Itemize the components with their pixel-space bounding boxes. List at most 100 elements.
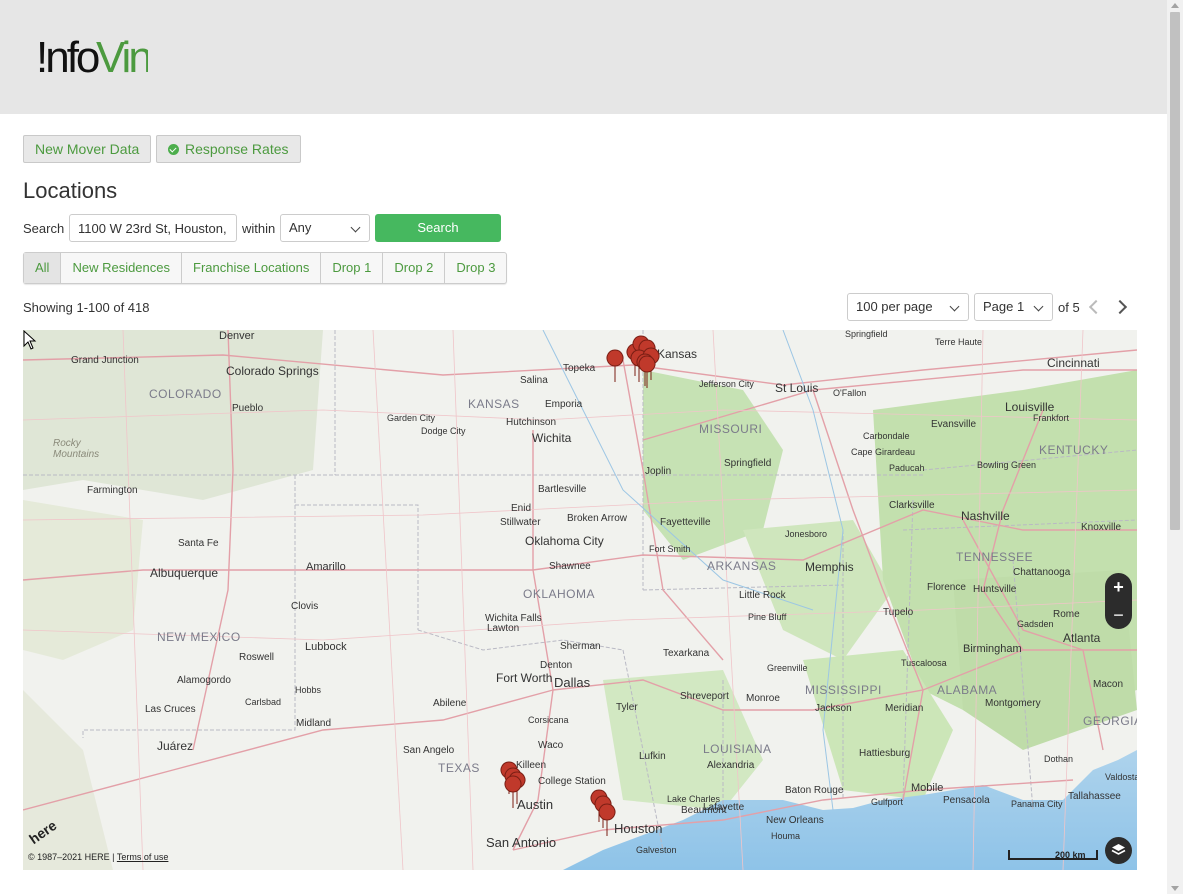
map-label-houston: Houston bbox=[614, 821, 663, 836]
map-label-pueblo: Pueblo bbox=[232, 403, 264, 414]
check-circle-icon bbox=[168, 144, 179, 155]
map-label-nashville: Nashville bbox=[961, 509, 1010, 523]
results-count: Showing 1-100 of 418 bbox=[23, 300, 150, 315]
zoom-out-button[interactable]: − bbox=[1105, 601, 1132, 629]
map-label-ofallon: O'Fallon bbox=[833, 388, 867, 398]
header-bar: !nfo Vine bbox=[0, 0, 1167, 114]
response-rates-label: Response Rates bbox=[185, 141, 289, 157]
map-scale-label: 200 km bbox=[1055, 850, 1086, 860]
map-label-greenville: Greenville bbox=[767, 663, 808, 673]
tab-new-residences[interactable]: New Residences bbox=[61, 253, 182, 283]
map-label-springfield-il: Springfield bbox=[845, 330, 888, 339]
map-label-hobbs: Hobbs bbox=[295, 685, 322, 695]
map-label-albuquerque: Albuquerque bbox=[150, 566, 219, 580]
location-map[interactable]: Denver Grand Junction Colorado Springs COLO… bbox=[23, 330, 1137, 870]
tab-franchise-locations[interactable]: Franchise Locations bbox=[182, 253, 322, 283]
tab-all[interactable]: All bbox=[24, 253, 62, 283]
map-label-san-angelo: San Angelo bbox=[403, 745, 455, 756]
svg-text:Vine: Vine bbox=[96, 33, 148, 80]
zoom-in-button[interactable]: + bbox=[1105, 573, 1132, 601]
map-label-lake-charles: Lake Charles bbox=[667, 794, 721, 804]
map-label-sherman: Sherman bbox=[560, 641, 601, 652]
map-label-texas: TEXAS bbox=[438, 761, 480, 775]
map-label-kansas-city: Kansas bbox=[657, 347, 698, 361]
map-label-paducah: Paducah bbox=[889, 463, 925, 473]
map-label-baton-rouge: Baton Rouge bbox=[785, 785, 844, 796]
map-label-cape-girardeau: Cape Girardeau bbox=[851, 447, 916, 457]
map-label-alabama: ALABAMA bbox=[937, 683, 998, 697]
tab-drop-2[interactable]: Drop 2 bbox=[383, 253, 446, 283]
map-label-jackson: Jackson bbox=[815, 703, 852, 714]
map-label-clarksville: Clarksville bbox=[889, 500, 935, 511]
map-label-houma: Houma bbox=[771, 831, 801, 841]
map-label-carlsbad: Carlsbad bbox=[245, 697, 282, 707]
map-label-dothan: Dothan bbox=[1044, 754, 1074, 764]
map-label-alamogordo: Alamogordo bbox=[177, 675, 231, 686]
map-label-topeka: Topeka bbox=[563, 363, 596, 374]
map-label-roswell: Roswell bbox=[239, 652, 275, 663]
map-label-arkansas: ARKANSAS bbox=[707, 559, 777, 573]
search-input[interactable] bbox=[69, 214, 237, 242]
map-label-san-antonio: San Antonio bbox=[486, 835, 557, 850]
map-label-valdosta: Valdosta bbox=[1105, 772, 1137, 782]
map-label-knoxville: Knoxville bbox=[1081, 522, 1122, 533]
page-count: of 5 bbox=[1058, 300, 1080, 315]
scroll-up-arrow-icon[interactable] bbox=[1171, 3, 1179, 8]
map-label-texarkana: Texarkana bbox=[663, 648, 710, 659]
layers-icon bbox=[1111, 844, 1126, 855]
map-label-st-louis: St Louis bbox=[775, 381, 819, 395]
scroll-thumb[interactable] bbox=[1170, 12, 1180, 530]
map-label-bartlesville: Bartlesville bbox=[538, 484, 587, 495]
map-label-pine-bluff: Pine Bluff bbox=[748, 612, 787, 622]
map-label-farmington: Farmington bbox=[87, 485, 138, 496]
per-page-value: 100 per page bbox=[856, 299, 933, 314]
tab-drop-1[interactable]: Drop 1 bbox=[321, 253, 384, 283]
map-label-tennessee: TENNESSEE bbox=[956, 550, 1034, 564]
map-label-clovis: Clovis bbox=[291, 601, 319, 612]
svg-text:!nfo: !nfo bbox=[36, 33, 99, 80]
infovine-logo[interactable]: !nfo Vine bbox=[36, 24, 148, 80]
map-label-joplin: Joplin bbox=[645, 466, 672, 477]
map-label-dodge-city: Dodge City bbox=[421, 426, 466, 436]
search-button[interactable]: Search bbox=[375, 214, 501, 242]
map-label-college-station: College Station bbox=[538, 776, 606, 787]
new-mover-data-button[interactable]: New Mover Data bbox=[23, 135, 152, 163]
scroll-down-arrow-icon[interactable] bbox=[1171, 886, 1179, 891]
map-label-wichita-falls: Wichita Falls bbox=[485, 613, 542, 624]
per-page-select[interactable]: 100 per page bbox=[847, 293, 969, 321]
map-label-montgomery: Montgomery bbox=[985, 698, 1041, 709]
next-page-icon[interactable] bbox=[1112, 299, 1128, 315]
map-label-santa-fe: Santa Fe bbox=[178, 538, 219, 549]
map-credit: © 1987–2021 HERE | Terms of use bbox=[28, 852, 168, 862]
map-label-stillwater: Stillwater bbox=[500, 517, 541, 528]
tab-drop-3[interactable]: Drop 3 bbox=[445, 253, 506, 283]
map-label-galveston: Galveston bbox=[636, 845, 677, 855]
page-scrollbar[interactable] bbox=[1167, 0, 1183, 894]
map-label-oklahoma: OKLAHOMA bbox=[523, 587, 596, 601]
location-filter-tabs: All New Residences Franchise Locations D… bbox=[23, 252, 508, 284]
search-label: Search bbox=[23, 221, 65, 236]
map-label-alexandria: Alexandria bbox=[707, 760, 755, 771]
map-label-fort-worth: Fort Worth bbox=[496, 671, 553, 685]
page-select[interactable]: Page 1 bbox=[974, 293, 1053, 321]
chevron-down-icon bbox=[1033, 301, 1044, 312]
map-label-garden-city: Garden City bbox=[387, 413, 436, 423]
map-label-frankfort: Frankfort bbox=[1033, 413, 1070, 423]
previous-page-icon[interactable] bbox=[1088, 299, 1104, 315]
map-label-bowling-green: Bowling Green bbox=[977, 460, 1037, 470]
map-layers-button[interactable] bbox=[1105, 837, 1132, 864]
map-label-huntsville: Huntsville bbox=[973, 584, 1017, 595]
map-label-midland: Midland bbox=[296, 718, 332, 729]
within-select[interactable]: Any bbox=[280, 214, 370, 242]
map-label-gadsden: Gadsden bbox=[1017, 619, 1054, 629]
terms-of-use-link[interactable]: Terms of use bbox=[117, 852, 169, 862]
chevron-down-icon bbox=[949, 301, 960, 312]
map-label-wichita: Wichita bbox=[532, 431, 572, 445]
map-label-mobile: Mobile bbox=[911, 782, 944, 794]
map-label-fort-smith: Fort Smith bbox=[649, 544, 691, 554]
map-label-broken-arrow: Broken Arrow bbox=[567, 513, 628, 524]
map-label-tyler: Tyler bbox=[616, 702, 638, 713]
response-rates-button[interactable]: Response Rates bbox=[156, 135, 301, 163]
map-label-grand-junction: Grand Junction bbox=[71, 355, 139, 366]
within-value: Any bbox=[289, 220, 312, 235]
